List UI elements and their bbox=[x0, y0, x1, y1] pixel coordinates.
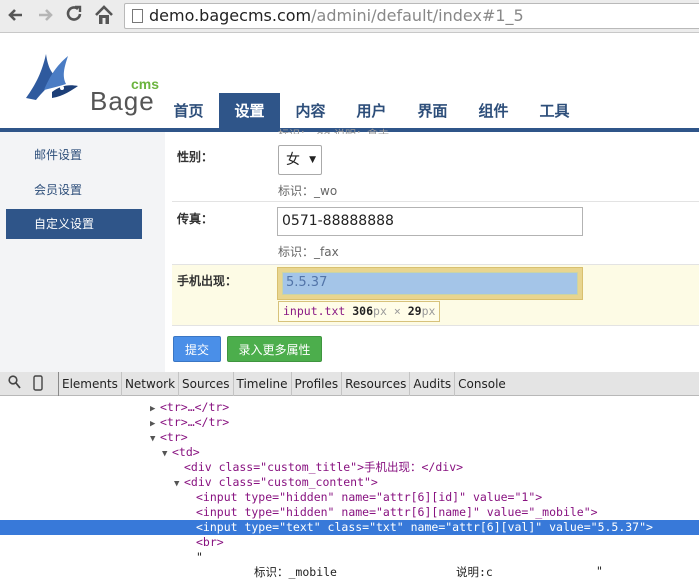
dom-node[interactable]: <input type="hidden" name="attr[6][name]… bbox=[0, 505, 699, 520]
dom-node[interactable]: ▼ <tr> bbox=[0, 430, 699, 445]
tab-profiles[interactable]: Profiles bbox=[290, 372, 342, 396]
bage-logo[interactable]: cms Bage bbox=[22, 46, 159, 116]
main-nav: 首页 设置 内容 用户 界面 组件 工具 bbox=[158, 93, 585, 129]
gender-label: 性别： bbox=[177, 150, 214, 164]
bird-logo-icon bbox=[26, 54, 78, 100]
sidebar: 邮件设置 会员设置 自定义设置 bbox=[0, 132, 165, 372]
gender-selected-value: 女 bbox=[286, 152, 300, 168]
nav-home[interactable]: 首页 bbox=[158, 93, 219, 129]
url-text: demo.bagecms.com/admini/default/index#1_… bbox=[149, 6, 524, 25]
device-mode-icon[interactable] bbox=[33, 375, 43, 395]
arrow-right-icon[interactable] bbox=[34, 4, 56, 26]
dom-node[interactable]: ▶ <tr>…</tr> bbox=[0, 400, 699, 415]
nav-content[interactable]: 内容 bbox=[280, 93, 341, 129]
row-divider bbox=[172, 201, 699, 202]
devtools-tabs: Elements Network Sources Timeline Profil… bbox=[58, 372, 509, 396]
nav-settings[interactable]: 设置 bbox=[219, 93, 280, 129]
mobile-label: 手机出现： bbox=[177, 274, 238, 288]
nav-tools[interactable]: 工具 bbox=[524, 93, 585, 129]
dom-node[interactable]: ▶ <tr>…</tr> bbox=[0, 415, 699, 430]
fax-label: 传真： bbox=[177, 212, 214, 226]
tab-console[interactable]: Console bbox=[454, 372, 509, 396]
dom-node[interactable]: <br> bbox=[0, 535, 699, 550]
dom-text-quote: " bbox=[596, 564, 603, 578]
dom-node[interactable]: ▼ <td> bbox=[0, 445, 699, 460]
clipped-hint: 标识：_qq 说明：拿去 bbox=[278, 126, 389, 134]
add-more-attributes-button[interactable]: 录入更多属性 bbox=[227, 336, 322, 362]
logo-text: Bage bbox=[90, 86, 155, 116]
dom-text-desc: 说明:c bbox=[456, 565, 493, 579]
page-icon bbox=[132, 9, 143, 23]
mobile-input-highlight: 5.5.37 bbox=[277, 267, 583, 300]
dom-tree: ▶ <tr>…</tr> ▶ <tr>…</tr> ▼ <tr> ▼ <td> <div… bbox=[0, 396, 699, 580]
dom-node[interactable]: <div class="custom_title">手机出现：</div> bbox=[0, 460, 699, 475]
inspect-tooltip: input.txt 306px × 29px bbox=[278, 301, 441, 322]
nav-components[interactable]: 组件 bbox=[463, 93, 524, 129]
tab-audits[interactable]: Audits bbox=[409, 372, 454, 396]
sidebar-item-member-settings[interactable]: 会员设置 bbox=[6, 175, 142, 205]
gender-hint: 标识：_wo bbox=[278, 184, 338, 198]
dom-text-node[interactable]: " bbox=[0, 550, 699, 565]
devtools-toolbar: Elements Network Sources Timeline Profil… bbox=[0, 372, 699, 396]
dom-node[interactable]: ▼ <div class="custom_content"> bbox=[0, 475, 699, 490]
dom-text-mobile: 标识：_mobile bbox=[254, 565, 337, 579]
tab-elements[interactable]: Elements bbox=[58, 372, 121, 396]
tab-network[interactable]: Network bbox=[120, 372, 178, 396]
row-divider bbox=[172, 264, 699, 265]
nav-users[interactable]: 用户 bbox=[341, 93, 402, 129]
dom-node-selected[interactable]: <input type="text" class="txt" name="att… bbox=[0, 520, 699, 535]
arrow-left-icon[interactable] bbox=[5, 4, 27, 26]
row-divider bbox=[172, 325, 699, 326]
chevron-down-icon: ▼ bbox=[309, 155, 316, 165]
settings-form: 标识：_qq 说明：拿去 性别： 女 ▼ 标识：_wo 传真： 0571-888… bbox=[172, 128, 699, 372]
tab-resources[interactable]: Resources bbox=[341, 372, 409, 396]
site-header: cms Bage 首页 设置 内容 用户 界面 组件 工具 bbox=[0, 34, 699, 129]
mobile-input[interactable]: 5.5.37 bbox=[282, 272, 578, 295]
gender-select[interactable]: 女 ▼ bbox=[278, 145, 322, 175]
submit-button[interactable]: 提交 bbox=[173, 336, 221, 362]
sidebar-item-custom-settings[interactable]: 自定义设置 bbox=[6, 209, 142, 239]
home-icon[interactable] bbox=[93, 3, 115, 27]
reload-icon[interactable] bbox=[63, 4, 85, 26]
tab-sources[interactable]: Sources bbox=[178, 372, 232, 396]
devtools-panel: Elements Network Sources Timeline Profil… bbox=[0, 372, 699, 580]
nav-interface[interactable]: 界面 bbox=[402, 93, 463, 129]
search-icon[interactable] bbox=[8, 375, 21, 393]
browser-toolbar: demo.bagecms.com/admini/default/index#1_… bbox=[0, 0, 699, 33]
address-bar[interactable]: demo.bagecms.com/admini/default/index#1_… bbox=[124, 3, 699, 29]
fax-hint: 标识：_fax bbox=[278, 245, 339, 259]
mobile-value: 5.5.37 bbox=[286, 275, 328, 290]
fax-input[interactable]: 0571-88888888 bbox=[277, 207, 583, 236]
tab-timeline[interactable]: Timeline bbox=[232, 372, 291, 396]
sidebar-item-mail-settings[interactable]: 邮件设置 bbox=[6, 140, 142, 170]
dom-node[interactable]: <input type="hidden" name="attr[6][id]" … bbox=[0, 490, 699, 505]
